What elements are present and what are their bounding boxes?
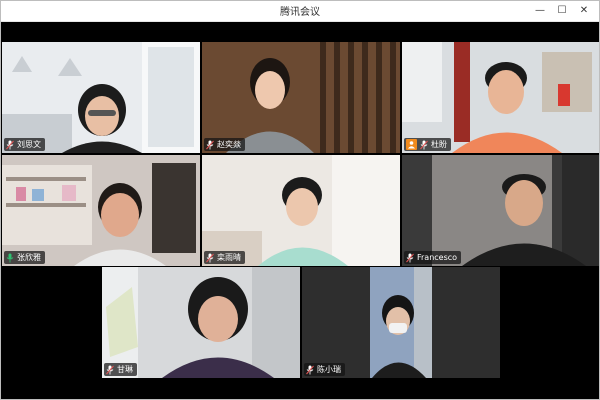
video-tile[interactable]: 刘思文 (2, 42, 200, 153)
video-grid: 刘思文 赵奕燚 杜盼 张欣雅 栾雨晴 Francesco 甘琳 陈小瑞 (1, 22, 599, 399)
participant-video (102, 267, 300, 378)
microphone-muted-icon (420, 140, 428, 150)
participant-video (402, 155, 599, 266)
video-tile-active-speaker[interactable]: 张欣雅 (2, 155, 200, 266)
participant-name: Francesco (417, 253, 458, 262)
participant-name: 栾雨晴 (217, 253, 241, 262)
participant-name: 杜盼 (431, 140, 447, 149)
participant-name: 赵奕燚 (217, 140, 241, 149)
video-tile[interactable]: 杜盼 (402, 42, 599, 153)
meeting-window: 腾讯会议 — ☐ ✕ 刘思文 赵奕燚 杜盼 张欣雅 栾雨晴 Francesco … (0, 0, 600, 400)
participant-label: 刘思文 (4, 138, 45, 151)
microphone-speaking-icon (6, 253, 14, 263)
microphone-muted-icon (206, 253, 214, 263)
participant-video (202, 155, 400, 266)
microphone-muted-icon (6, 140, 14, 150)
participant-label: 陈小瑞 (304, 363, 345, 376)
participant-video (2, 42, 200, 153)
video-tile[interactable]: 赵奕燚 (202, 42, 400, 153)
participant-label: 赵奕燚 (204, 138, 245, 151)
participant-name: 甘琳 (117, 365, 133, 374)
window-title: 腾讯会议 (280, 7, 320, 18)
participant-label: Francesco (404, 251, 462, 264)
participant-label: 张欣雅 (4, 251, 45, 264)
participant-video (2, 155, 200, 266)
microphone-muted-icon (206, 140, 214, 150)
video-tile[interactable]: 陈小瑞 (302, 267, 500, 378)
microphone-muted-icon (406, 253, 414, 263)
host-icon (406, 139, 417, 150)
participant-name: 陈小瑞 (317, 365, 341, 374)
participant-video (202, 42, 400, 153)
video-tile[interactable]: 栾雨晴 (202, 155, 400, 266)
minimize-button[interactable]: — (529, 1, 551, 21)
participant-name: 刘思文 (17, 140, 41, 149)
microphone-muted-icon (106, 365, 114, 375)
participant-label: 栾雨晴 (204, 251, 245, 264)
maximize-button[interactable]: ☐ (551, 1, 573, 21)
participant-label: 甘琳 (104, 363, 137, 376)
video-tile[interactable]: 甘琳 (102, 267, 300, 378)
video-tile[interactable]: Francesco (402, 155, 599, 266)
participant-video (302, 267, 500, 378)
participant-name: 张欣雅 (17, 253, 41, 262)
title-bar[interactable]: 腾讯会议 — ☐ ✕ (1, 1, 599, 22)
participant-video (402, 42, 599, 153)
close-button[interactable]: ✕ (573, 1, 595, 21)
participant-label: 杜盼 (404, 138, 451, 151)
microphone-muted-icon (306, 365, 314, 375)
